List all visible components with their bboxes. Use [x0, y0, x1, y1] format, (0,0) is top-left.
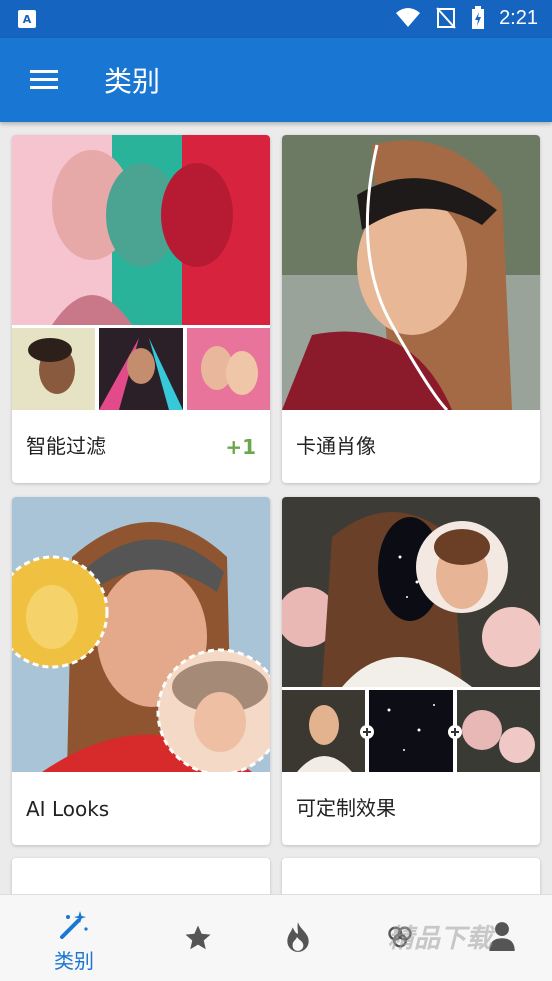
smart-filter-thumb-3 [187, 328, 270, 410]
card-partial-left[interactable] [12, 858, 270, 894]
plus-icon [360, 725, 374, 739]
flame-icon [287, 922, 309, 952]
cartoon-portrait-image [282, 135, 540, 410]
card-label: AI Looks [26, 797, 110, 821]
page-title: 类别 [104, 65, 161, 98]
custom-effects-thumb-2 [369, 690, 453, 772]
app-bar: 类别 [0, 38, 552, 122]
watermark-text: 精品下载 [388, 924, 493, 954]
smart-filter-thumb-2 [99, 328, 183, 410]
star-icon [185, 925, 211, 950]
card-ai-looks[interactable]: AI Looks [12, 497, 270, 845]
card-smart-filter[interactable]: 智能过滤 +1 [12, 135, 270, 483]
person-icon [489, 922, 515, 951]
card-partial-right[interactable] [282, 858, 540, 894]
smart-filter-hero-image [12, 135, 270, 325]
card-label: 智能过滤 [26, 434, 106, 458]
app-notification-icon: A [18, 10, 36, 28]
custom-effects-thumb-3 [457, 690, 540, 772]
tab-categories-label: 类别 [54, 949, 94, 973]
magic-wand-icon [60, 911, 88, 939]
extra-count-badge: +1 [225, 435, 256, 459]
card-label: 可定制效果 [296, 796, 396, 820]
custom-effects-hero-image [282, 497, 540, 687]
smart-filter-thumb-1 [12, 328, 95, 410]
card-cartoon-portrait[interactable]: 卡通肖像 [282, 135, 540, 483]
card-custom-effects[interactable]: 可定制效果 [282, 497, 540, 845]
tab-categories[interactable]: 类别 [24, 895, 124, 981]
custom-effects-thumb-1 [282, 690, 365, 772]
card-label: 卡通肖像 [296, 434, 376, 458]
plus-icon [448, 725, 462, 739]
wifi-icon [396, 8, 421, 27]
ai-looks-image [12, 497, 270, 772]
battery-charging-icon [472, 6, 485, 29]
menu-button[interactable] [28, 66, 62, 94]
category-grid: 智能过滤 +1 卡通肖像 AI Looks 可定制效果 [0, 122, 552, 894]
tab-favorites[interactable] [148, 895, 248, 981]
tab-popular[interactable] [248, 895, 348, 981]
clock: 2:21 [499, 6, 538, 29]
no-signal-icon [436, 7, 456, 29]
status-bar: A 2:21 [0, 0, 552, 38]
